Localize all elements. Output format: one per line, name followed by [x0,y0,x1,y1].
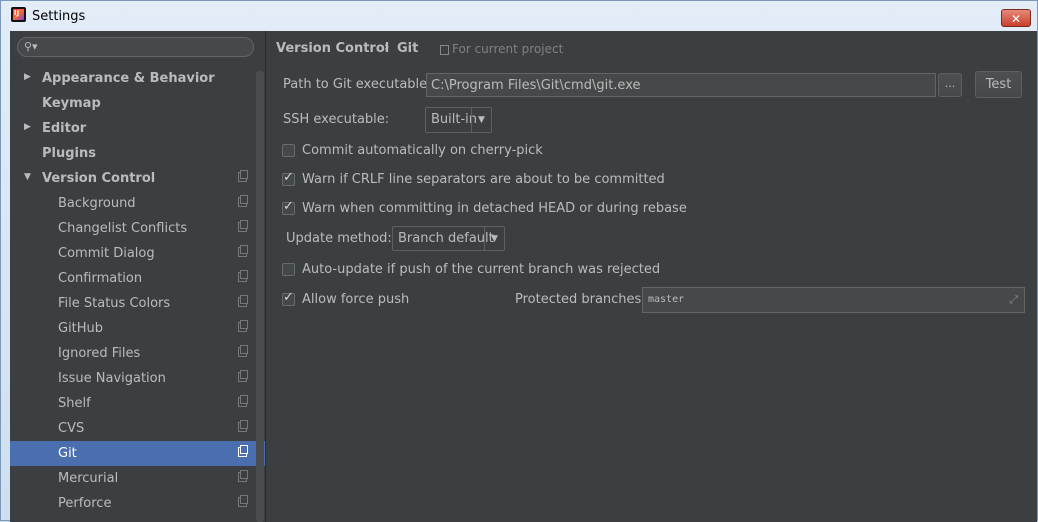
path-label: Path to Git executable: [283,77,432,92]
project-scope-icon [238,370,248,382]
sidebar-item-background[interactable]: Background [10,191,265,216]
project-scope-icon [238,270,248,282]
ssh-executable-select[interactable]: Built-in ▼ [425,107,492,133]
sidebar-item-github[interactable]: GitHub [10,316,265,341]
ssh-label: SSH executable: [283,112,390,127]
project-scope-icon [238,420,248,432]
sidebar-item-label: Version Control [42,171,156,186]
sidebar-item-appearance-behavior[interactable]: ▶ Appearance & Behavior [10,66,265,91]
force-push-label: Allow force push [302,292,410,307]
sidebar-item-commit-dialog[interactable]: Commit Dialog [10,241,265,266]
project-scope-icon [238,395,248,407]
chevron-down-icon: ▼ [471,108,491,132]
force-push-checkbox[interactable]: ✓ [282,290,295,306]
protected-branches-value: master [648,294,685,305]
git-path-value: C:\Program Files\Git\cmd\git.exe [431,78,641,93]
sidebar-item-label: Background [58,196,136,211]
checkmark-icon: ✓ [283,199,294,214]
cherry-pick-label: Commit automatically on cherry-pick [302,143,543,158]
sidebar-item-label: Ignored Files [58,346,141,361]
update-method-label: Update method: [286,231,392,246]
project-scope-icon [440,45,449,55]
settings-search-input[interactable]: ⚲▾ [17,37,254,57]
intellij-app-icon [11,7,26,22]
window-title: Settings [32,9,86,24]
crlf-warn-label: Warn if CRLF line separators are about t… [302,172,665,187]
expand-arrow-icon[interactable]: ▶ [24,72,31,82]
scope-label: For current project [452,42,564,56]
sidebar-item-label: Shelf [58,396,91,411]
project-scope-icon [238,195,248,207]
sidebar-item-label: Plugins [42,146,96,161]
sidebar-item-ignored-files[interactable]: Ignored Files [10,341,265,366]
dialog-body: ⚲▾ ▶ Appearance & Behavior Keymap ▶ Edit… [10,31,1037,522]
sidebar-item-cvs[interactable]: CVS [10,416,265,441]
sidebar-item-label: GitHub [58,321,104,336]
sidebar-item-label: Changelist Conflicts [58,221,188,236]
sidebar-item-label: Perforce [58,496,112,511]
collapse-arrow-icon[interactable]: ▼ [24,172,31,182]
project-scope-icon [238,295,248,307]
sidebar-item-label: Editor [42,121,87,136]
expand-icon[interactable]: ⤢ [1009,293,1018,307]
sidebar-item-label: Git [58,446,77,461]
chevron-down-icon: ▼ [484,227,504,250]
project-scope-icon [238,320,248,332]
sidebar-item-label: Appearance & Behavior [42,71,215,86]
crlf-warn-checkbox[interactable]: ✓ [282,170,295,186]
settings-window: Settings ✕ ⚲▾ ▶ Appearance & Behavior Ke… [0,0,1038,522]
browse-button[interactable]: ... [938,73,962,97]
breadcrumb-separator: › [384,40,390,55]
auto-update-label: Auto-update if push of the current branc… [302,262,661,277]
detached-head-checkbox[interactable]: ✓ [282,199,295,215]
sidebar-item-file-status-colors[interactable]: File Status Colors [10,291,265,316]
checkmark-icon: ✓ [283,170,294,185]
sidebar-item-perforce[interactable]: Perforce [10,491,265,516]
sidebar-item-keymap[interactable]: Keymap [10,91,265,116]
sidebar-item-label: Keymap [42,96,101,111]
protected-branches-label: Protected branches: [515,292,646,307]
search-icon: ⚲▾ [24,40,38,53]
breadcrumb-current: Git [397,41,419,56]
project-scope-icon [238,170,248,182]
expand-arrow-icon[interactable]: ▶ [24,122,31,132]
checkmark-icon: ✓ [283,290,294,305]
project-scope-icon [238,220,248,232]
auto-update-checkbox[interactable] [282,263,295,276]
cherry-pick-checkbox[interactable] [282,144,295,157]
close-button[interactable]: ✕ [1001,9,1031,27]
sidebar-item-version-control[interactable]: ▼ Version Control [10,166,265,191]
settings-sidebar: ⚲▾ ▶ Appearance & Behavior Keymap ▶ Edit… [10,31,265,522]
git-path-field[interactable]: C:\Program Files\Git\cmd\git.exe [426,73,936,97]
sidebar-item-changelist-conflicts[interactable]: Changelist Conflicts [10,216,265,241]
sidebar-item-git[interactable]: Git [10,441,265,466]
sidebar-item-label: Confirmation [58,271,143,286]
project-scope-icon [238,345,248,357]
project-scope-icon [238,495,248,507]
git-settings-panel: Version Control › Git For current projec… [266,31,1037,522]
update-method-select[interactable]: Branch default ▼ [392,226,505,251]
sidebar-item-label: Mercurial [58,471,119,486]
protected-branches-field[interactable]: master ⤢ [642,287,1025,313]
sidebar-item-confirmation[interactable]: Confirmation [10,266,265,291]
project-scope-icon [238,445,248,457]
project-scope-icon [238,470,248,482]
update-method-value: Branch default [398,231,494,246]
sidebar-item-mercurial[interactable]: Mercurial [10,466,265,491]
sidebar-item-issue-navigation[interactable]: Issue Navigation [10,366,265,391]
title-bar: Settings ✕ [1,1,1037,31]
sidebar-item-label: File Status Colors [58,296,171,311]
sidebar-item-shelf[interactable]: Shelf [10,391,265,416]
detached-head-label: Warn when committing in detached HEAD or… [302,201,687,216]
sidebar-scrollbar[interactable] [256,71,264,522]
breadcrumb-parent: Version Control [276,41,390,56]
sidebar-item-label: Commit Dialog [58,246,155,261]
sidebar-item-label: Issue Navigation [58,371,166,386]
sidebar-item-editor[interactable]: ▶ Editor [10,116,265,141]
project-scope-icon [238,245,248,257]
test-button[interactable]: Test [975,71,1022,98]
sidebar-item-plugins[interactable]: Plugins [10,141,265,166]
sidebar-item-label: CVS [58,421,85,436]
